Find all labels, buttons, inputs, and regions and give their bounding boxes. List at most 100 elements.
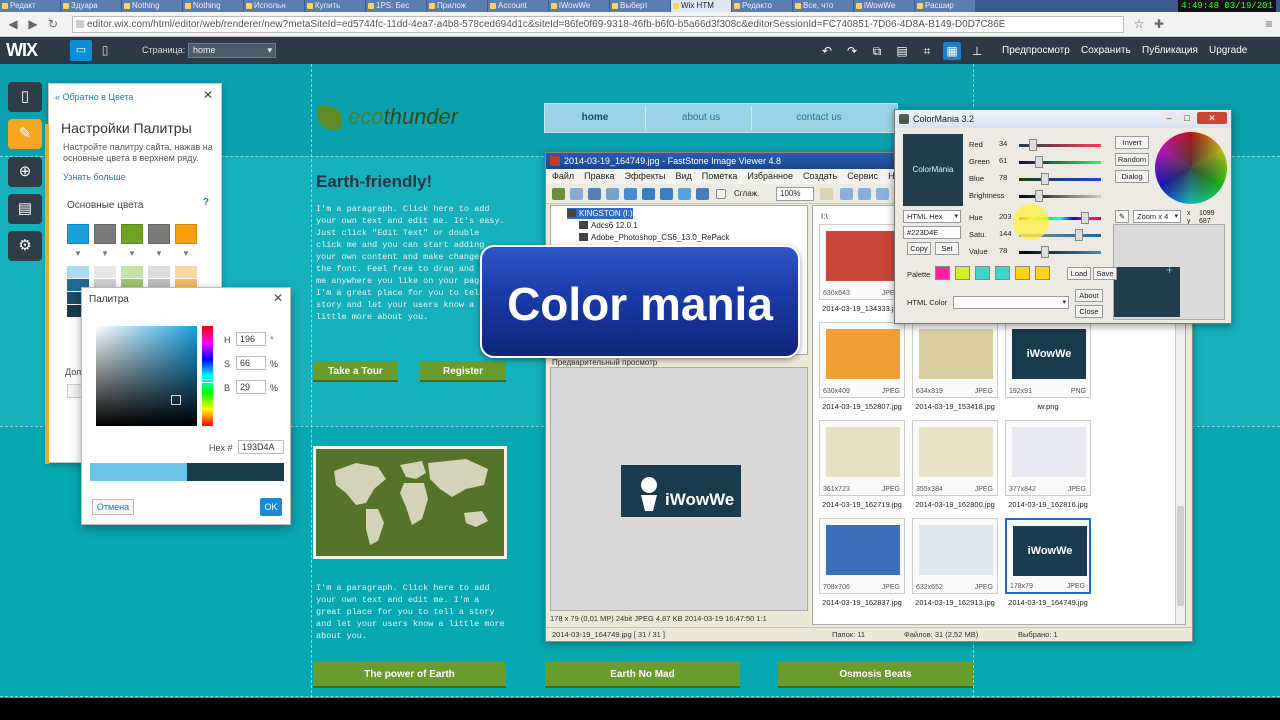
browser-tab[interactable]: iWowWe (854, 0, 914, 12)
green-slider[interactable] (1035, 156, 1043, 168)
green-value[interactable]: 61 (999, 156, 1015, 165)
site-paragraph-2[interactable]: I'm a paragraph. Click here to add your … (316, 582, 508, 642)
forward-icon[interactable]: ▶ (26, 17, 40, 31)
menu-item[interactable]: Создать (803, 171, 837, 181)
thumbnail[interactable]: 630x643 JPEG (819, 224, 905, 300)
pages-icon[interactable]: ▯ (8, 82, 42, 112)
thumbnail[interactable]: 630x409 JPEG (819, 322, 905, 398)
main-color-swatch[interactable] (175, 224, 197, 244)
maximize-icon[interactable]: □ (1179, 112, 1195, 124)
hue-slider[interactable] (1081, 212, 1089, 224)
minimize-icon[interactable]: – (1161, 112, 1177, 124)
brightness-input[interactable]: 29 (236, 380, 266, 394)
browser-tab[interactable]: Wix HTM (671, 0, 731, 12)
browser-tab[interactable]: Испольн (244, 0, 304, 12)
page-select[interactable]: home (188, 43, 276, 58)
menu-item[interactable]: Пометка (702, 171, 738, 181)
save-icon[interactable] (588, 188, 601, 200)
publish-button[interactable]: Публикация (1142, 45, 1198, 56)
saturation-input[interactable]: 66 (236, 356, 266, 370)
palette-swatch[interactable] (955, 266, 970, 280)
menu-item[interactable]: Эффекты (625, 171, 666, 181)
close-icon[interactable]: ✕ (273, 291, 283, 305)
palette-shade[interactable] (94, 266, 116, 278)
forward-icon[interactable] (858, 188, 871, 200)
tree-item-photoshop[interactable]: Adobe_Photoshop_CS6_13.0_RePack (579, 232, 729, 243)
browser-tab[interactable]: Здуара (61, 0, 121, 12)
main-color-swatch[interactable] (121, 224, 143, 244)
tree-item-kingston[interactable]: KINGSTON (I:) (567, 208, 633, 219)
browser-tab[interactable]: Account (488, 0, 548, 12)
up-folder-icon[interactable] (876, 188, 889, 200)
folder-icon[interactable] (570, 188, 583, 200)
palette-swatch[interactable] (995, 266, 1010, 280)
palette-shade[interactable] (121, 266, 143, 278)
eyedropper-icon[interactable]: ✎ (1115, 210, 1129, 223)
browser-tab[interactable]: iWowWe (549, 0, 609, 12)
snap-icon[interactable]: ⌗ (918, 42, 936, 60)
zoom-select[interactable]: 100% (776, 187, 814, 201)
menu-item[interactable]: Сервис (847, 171, 878, 181)
palette-swatch[interactable] (1035, 266, 1050, 280)
html-color-select[interactable] (953, 296, 1069, 309)
set-button[interactable]: Set (935, 242, 959, 255)
slideshow-icon[interactable] (696, 188, 709, 200)
random-button[interactable]: Random (1115, 153, 1149, 166)
take-a-tour-button[interactable]: Take a Tour (313, 361, 398, 382)
red-value[interactable]: 34 (999, 139, 1015, 148)
nav-home[interactable]: home (545, 104, 645, 132)
thumbnail[interactable]: 708x706 JPEG (819, 518, 905, 594)
value-slider[interactable] (1041, 246, 1049, 258)
close-icon[interactable]: ✕ (203, 88, 213, 102)
saturation-brightness-area[interactable] (96, 326, 197, 426)
browser-tab[interactable]: Прилож (427, 0, 487, 12)
settings-gear-icon[interactable]: ⚙ (8, 231, 42, 261)
swatch-dropdown-icon[interactable]: ▼ (121, 249, 143, 258)
fit-icon[interactable] (678, 188, 691, 200)
thumbnail[interactable]: 377x842 JPEG (1005, 420, 1091, 496)
nav-about-us[interactable]: about us (651, 104, 751, 132)
swatch-dropdown-icon[interactable]: ▼ (94, 249, 116, 258)
upgrade-button[interactable]: Upgrade (1209, 45, 1247, 56)
swatch-dropdown-icon[interactable]: ▼ (67, 249, 89, 258)
invert-button[interactable]: Invert (1115, 136, 1149, 149)
browser-tab[interactable]: Nothing (183, 0, 243, 12)
app-market-icon[interactable]: ▤ (8, 194, 42, 224)
palette-shade[interactable] (67, 266, 89, 278)
palette-save-button[interactable]: Save (1093, 267, 1117, 280)
back-icon[interactable] (840, 188, 853, 200)
reload-icon[interactable]: ↻ (46, 17, 60, 31)
browser-tab[interactable]: Все, что (793, 0, 853, 12)
color-marker[interactable] (171, 395, 181, 405)
redo-icon[interactable]: ↷ (843, 42, 861, 60)
tree-item-adcs6[interactable]: Adcs6 12.0.1 (579, 220, 638, 231)
footer-button-earth-no-mad[interactable]: Earth No Mad (545, 662, 740, 688)
copy-icon[interactable]: ⧉ (868, 42, 886, 60)
palette-swatch[interactable] (1015, 266, 1030, 280)
thumbnail[interactable]: 361x723 JPEG (819, 420, 905, 496)
palette-shade[interactable] (175, 266, 197, 278)
saturation-value[interactable]: 144 (999, 229, 1015, 238)
main-color-swatch[interactable] (148, 224, 170, 244)
thumbnail[interactable]: iWowWe 178x79 JPEG (1005, 518, 1091, 594)
paste-icon[interactable]: ▤ (893, 42, 911, 60)
design-brush-icon[interactable]: ✎ (8, 119, 42, 149)
undo-icon[interactable]: ↶ (818, 42, 836, 60)
help-icon[interactable]: ? (203, 197, 209, 208)
site-heading[interactable]: Earth-friendly! (316, 172, 432, 192)
desktop-view-icon[interactable]: ▭ (70, 40, 92, 61)
save-button[interactable]: Сохранить (1081, 45, 1131, 56)
learn-more-link[interactable]: Узнать больше (63, 172, 126, 182)
print-icon[interactable] (606, 188, 619, 200)
about-button[interactable]: About (1075, 289, 1103, 302)
blue-slider[interactable] (1041, 173, 1049, 185)
swatch-dropdown-icon[interactable]: ▼ (175, 249, 197, 258)
back-icon[interactable]: ◀ (6, 17, 20, 31)
cancel-button[interactable]: Отмена (92, 499, 134, 515)
thumbnail[interactable]: 634x319 JPEG (912, 322, 998, 398)
back-to-colors-link[interactable]: « Обратно в Цвета (55, 92, 133, 102)
blue-value[interactable]: 78 (999, 173, 1015, 182)
browser-tab[interactable]: Редакт (0, 0, 60, 12)
menu-item[interactable]: Файл (552, 171, 574, 181)
saturation-slider[interactable] (1075, 229, 1083, 241)
